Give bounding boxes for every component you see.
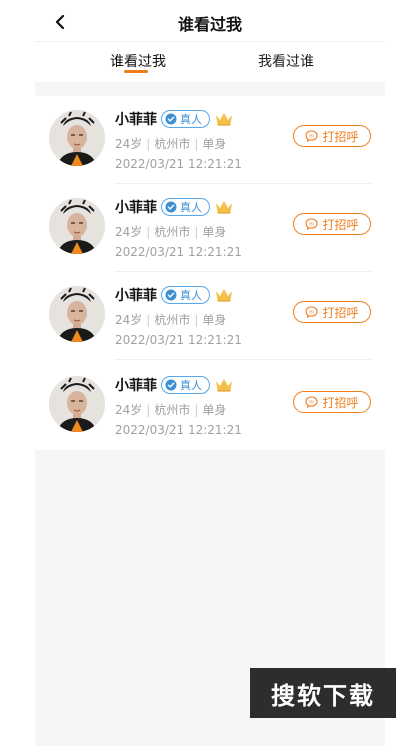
visitor-meta: 24岁 | 杭州市 | 单身 — [115, 137, 227, 151]
tab-who-i-viewed[interactable]: 我看过谁 — [258, 51, 314, 71]
verified-badge: 真人 — [161, 198, 210, 216]
visitor-age: 24岁 — [115, 137, 143, 151]
visitor-meta: 24岁 | 杭州市 | 单身 — [115, 403, 227, 417]
visitor-city: 杭州市 — [154, 137, 191, 151]
visitor-status: 单身 — [202, 403, 227, 417]
visitor-city: 杭州市 — [154, 313, 191, 327]
verified-badge: 真人 — [161, 286, 210, 304]
crown-icon — [216, 379, 232, 392]
visitor-age: 24岁 — [115, 225, 143, 239]
greet-button[interactable]: Hi 打招呼 — [293, 301, 371, 323]
avatar-image — [49, 286, 105, 342]
avatar[interactable] — [49, 198, 105, 254]
tab-active-indicator — [124, 70, 148, 73]
visitor-name: 小菲菲 — [115, 288, 157, 304]
row-divider — [115, 359, 371, 360]
greet-button-label: 打招呼 — [322, 217, 359, 232]
visitor-row[interactable]: 小菲菲 真人 24岁 | 杭州市 | 单身 2022/03/21 12:21:21 Hi — [35, 184, 385, 272]
avatar[interactable] — [49, 110, 105, 166]
crown-icon — [216, 113, 232, 126]
visitor-name: 小菲菲 — [115, 200, 157, 216]
visitor-city: 杭州市 — [154, 403, 191, 417]
greet-button[interactable]: Hi 打招呼 — [293, 213, 371, 235]
verified-check-icon — [165, 113, 177, 125]
verified-badge-label: 真人 — [180, 201, 202, 214]
visitor-list: 小菲菲 真人 24岁 | 杭州市 | 单身 2022/03/21 12:21:21 Hi — [35, 96, 385, 450]
visitor-row[interactable]: 小菲菲 真人 24岁 | 杭州市 | 单身 2022/03/21 12:21:21 Hi — [35, 96, 385, 184]
avatar[interactable] — [49, 286, 105, 342]
greet-button[interactable]: Hi 打招呼 — [293, 125, 371, 147]
verified-check-icon — [165, 379, 177, 391]
watermark: 搜软下载 — [250, 668, 396, 718]
avatar[interactable] — [49, 376, 105, 432]
visitor-meta: 24岁 | 杭州市 | 单身 — [115, 313, 227, 327]
verified-badge-label: 真人 — [180, 289, 202, 302]
chat-bubble-icon: Hi — [305, 396, 319, 408]
svg-text:Hi: Hi — [310, 221, 315, 227]
visit-timestamp: 2022/03/21 12:21:21 — [115, 157, 242, 171]
visitor-row[interactable]: 小菲菲 真人 24岁 | 杭州市 | 单身 2022/03/21 12:21:21 Hi — [35, 362, 385, 450]
verified-check-icon — [165, 201, 177, 213]
crown-icon — [216, 289, 232, 302]
visitor-status: 单身 — [202, 313, 227, 327]
visitor-age: 24岁 — [115, 313, 143, 327]
visit-timestamp: 2022/03/21 12:21:21 — [115, 245, 242, 259]
tab-who-viewed-me[interactable]: 谁看过我 — [110, 51, 166, 71]
greet-button-label: 打招呼 — [322, 129, 359, 144]
visitor-status: 单身 — [202, 137, 227, 151]
verified-badge-label: 真人 — [180, 113, 202, 126]
crown-icon — [216, 201, 232, 214]
svg-text:Hi: Hi — [310, 399, 315, 405]
visitor-name: 小菲菲 — [115, 378, 157, 394]
avatar-image — [49, 376, 105, 432]
avatar-image — [49, 198, 105, 254]
chat-bubble-icon: Hi — [305, 130, 319, 142]
chat-bubble-icon: Hi — [305, 306, 319, 318]
page-title: 谁看过我 — [177, 15, 242, 34]
verified-check-icon — [165, 289, 177, 301]
screen: 谁看过我 谁看过我 我看过谁 小菲菲 真人 24岁 | 杭州市 | 单身 202… — [0, 0, 420, 746]
visitor-row[interactable]: 小菲菲 真人 24岁 | 杭州市 | 单身 2022/03/21 12:21:21 Hi — [35, 272, 385, 360]
visit-timestamp: 2022/03/21 12:21:21 — [115, 423, 242, 437]
avatar-image — [49, 110, 105, 166]
visitor-status: 单身 — [202, 225, 227, 239]
visitor-name: 小菲菲 — [115, 112, 157, 128]
visit-timestamp: 2022/03/21 12:21:21 — [115, 333, 242, 347]
chat-bubble-icon: Hi — [305, 218, 319, 230]
verified-badge: 真人 — [161, 110, 210, 128]
visitor-age: 24岁 — [115, 403, 143, 417]
verified-badge-label: 真人 — [180, 379, 202, 392]
svg-text:Hi: Hi — [310, 133, 315, 139]
greet-button[interactable]: Hi 打招呼 — [293, 391, 371, 413]
greet-button-label: 打招呼 — [322, 395, 359, 410]
nav-bar: 谁看过我 — [35, 0, 385, 42]
visitor-city: 杭州市 — [154, 225, 191, 239]
tab-bar: 谁看过我 我看过谁 — [35, 42, 385, 82]
verified-badge: 真人 — [161, 376, 210, 394]
svg-text:Hi: Hi — [310, 309, 315, 315]
visitor-meta: 24岁 | 杭州市 | 单身 — [115, 225, 227, 239]
greet-button-label: 打招呼 — [322, 305, 359, 320]
